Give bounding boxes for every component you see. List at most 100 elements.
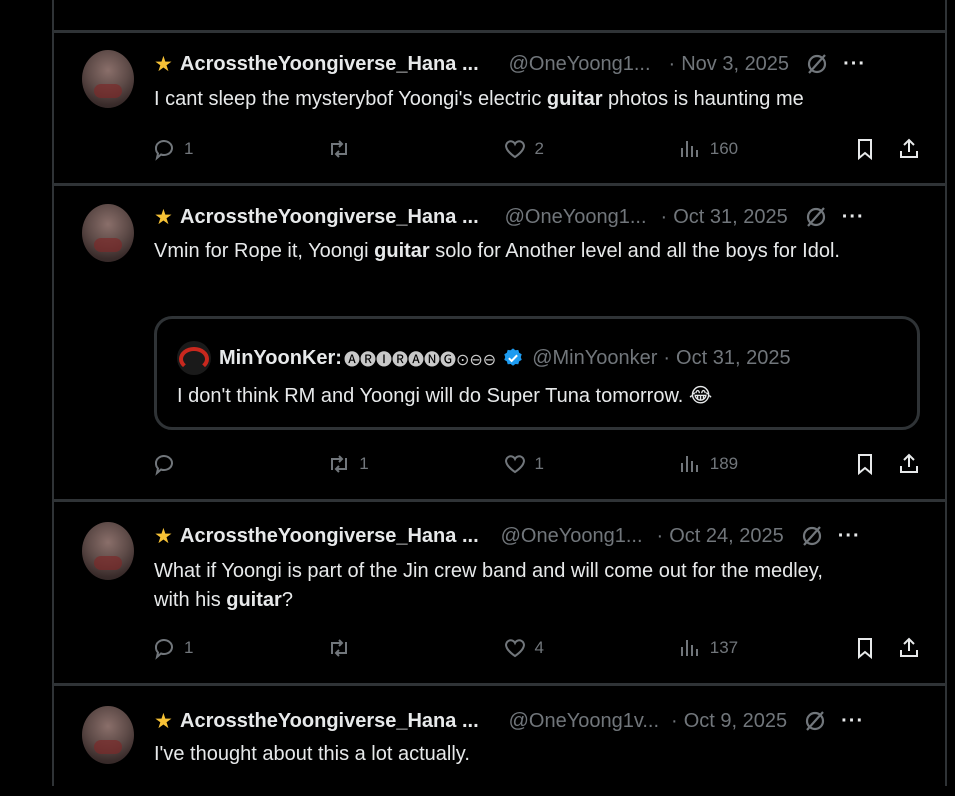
tweet-date[interactable]: Oct 31, 2025 [673, 206, 788, 229]
handle[interactable]: @OneYoong1v... [509, 710, 659, 733]
views-button[interactable]: 189 [678, 452, 853, 476]
tweet-text: I've thought about this a lot actually. [154, 740, 905, 769]
reply-icon [154, 140, 173, 161]
separator-dot: · [671, 709, 678, 732]
retweet-button[interactable]: 1 [327, 452, 502, 476]
separator-dot: · [668, 52, 676, 75]
grok-icon[interactable] [800, 524, 824, 548]
handle[interactable]: @OneYoong1... [509, 53, 651, 76]
like-count: 4 [534, 638, 544, 657]
reply-count: 1 [184, 638, 194, 657]
timeline-column: ★ AcrosstheYoongiverse_Hana ... @OneYoon… [52, 0, 947, 786]
share-button[interactable] [897, 636, 921, 660]
bookmark-icon [858, 139, 872, 161]
action-bar: 1 4 137 [152, 635, 921, 661]
display-name[interactable]: AcrosstheYoongiverse_Hana ... [180, 53, 479, 76]
quoted-date: Oct 31, 2025 [676, 346, 791, 369]
share-button[interactable] [897, 137, 921, 161]
views-icon [680, 141, 698, 157]
display-name[interactable]: AcrosstheYoongiverse_Hana ... [180, 710, 479, 733]
share-icon [900, 138, 918, 158]
handle[interactable]: @OneYoong1... [505, 206, 647, 229]
shooting-star-icon: ★ [154, 709, 173, 733]
more-icon[interactable]: ··· [838, 525, 861, 548]
quoted-text-body: I don't think RM and Yoongi will do Supe… [177, 385, 689, 407]
tweet-text-part: I've thought about this a lot actually. [154, 743, 470, 765]
view-count: 137 [709, 638, 739, 657]
quoted-tweet[interactable]: MinYoonKer: 🅐🅡🅘🅡🅐🅝🅖⊙⊖⊖ @MinYoonker · Oct… [154, 316, 920, 430]
like-count: 1 [534, 454, 544, 473]
grok-icon[interactable] [805, 52, 829, 76]
tweet[interactable]: ★ AcrosstheYoongiverse_Hana ... @OneYoon… [54, 186, 945, 502]
more-icon[interactable]: ··· [842, 206, 865, 229]
like-button[interactable]: 2 [503, 137, 678, 161]
tweet-header: ★ AcrosstheYoongiverse_Hana ... @OneYoon… [154, 522, 925, 550]
views-icon [680, 640, 698, 656]
quoted-tweet-header: MinYoonKer: 🅐🅡🅘🅡🅐🅝🅖⊙⊖⊖ @MinYoonker · Oct… [177, 341, 791, 375]
bookmark-button[interactable] [853, 452, 877, 476]
separator-dot: · [656, 524, 664, 547]
more-icon[interactable]: ··· [843, 53, 866, 76]
bookmark-icon [858, 638, 872, 660]
avatar[interactable] [82, 204, 134, 262]
like-button[interactable]: 4 [503, 636, 678, 660]
view-count: 189 [709, 454, 739, 473]
tweet-text: I cant sleep the mysterybof Yoongi's ele… [154, 85, 905, 114]
tweet[interactable]: ★ AcrosstheYoongiverse_Hana ... @OneYoon… [54, 30, 945, 186]
bookmark-icon [858, 454, 872, 476]
share-icon [900, 637, 918, 657]
view-count: 160 [709, 139, 739, 158]
tweet-text: What if Yoongi is part of the Jin crew b… [154, 557, 845, 615]
display-name[interactable]: AcrosstheYoongiverse_Hana ... [180, 525, 479, 548]
grok-icon[interactable] [804, 205, 828, 229]
tweet-date[interactable]: Nov 3, 2025 [681, 53, 789, 76]
reply-button[interactable]: 1 [152, 636, 327, 660]
avatar[interactable] [82, 522, 134, 580]
previous-tweet-tail [54, 0, 945, 33]
avatar[interactable] [82, 50, 134, 108]
like-button[interactable]: 1 [503, 452, 678, 476]
share-button[interactable] [897, 452, 921, 476]
tweet-text-part: photos is haunting me [602, 88, 804, 110]
tweet-header: ★ AcrosstheYoongiverse_Hana ... @OneYoon… [154, 203, 925, 231]
more-icon[interactable]: ··· [841, 710, 864, 733]
tweet-header: ★ AcrosstheYoongiverse_Hana ... @OneYoon… [154, 707, 925, 735]
views-button[interactable]: 160 [678, 137, 853, 161]
retweet-icon [331, 455, 348, 473]
search-highlight: guitar [546, 88, 603, 110]
retweet-icon [331, 140, 348, 158]
retweet-icon [331, 639, 348, 657]
shooting-star-icon: ★ [154, 205, 173, 229]
quoted-avatar [177, 341, 211, 375]
search-highlight: guitar [374, 240, 430, 262]
tweet-date[interactable]: Oct 9, 2025 [684, 710, 787, 733]
tweet[interactable]: ★ AcrosstheYoongiverse_Hana ... @OneYoon… [54, 502, 945, 686]
reply-icon [154, 455, 173, 476]
reply-button[interactable]: 1 [152, 137, 327, 161]
handle[interactable]: @OneYoong1... [501, 525, 643, 548]
heart-icon [504, 455, 525, 474]
display-name[interactable]: AcrosstheYoongiverse_Hana ... [180, 206, 479, 229]
reply-count: 1 [184, 139, 194, 158]
quoted-display-name: MinYoonKer: [219, 346, 342, 369]
laughing-emoji: 😂 [688, 385, 713, 407]
reply-button[interactable] [152, 452, 327, 476]
search-highlight: guitar [226, 589, 282, 611]
avatar[interactable] [82, 706, 134, 764]
grok-icon[interactable] [803, 709, 827, 733]
separator-dot: · [663, 346, 671, 369]
like-count: 2 [534, 139, 544, 158]
retweet-button[interactable] [327, 636, 502, 660]
tweet-header: ★ AcrosstheYoongiverse_Hana ... @OneYoon… [154, 50, 925, 78]
retweet-button[interactable] [327, 137, 502, 161]
retweet-count: 1 [359, 454, 369, 473]
quoted-handle: @MinYoonker [532, 346, 658, 369]
bookmark-button[interactable] [853, 636, 877, 660]
bookmark-button[interactable] [853, 137, 877, 161]
tweet-text-part: I cant sleep the mysterybof Yoongi's ele… [154, 88, 547, 110]
action-bar: 1 2 160 [152, 136, 921, 162]
tweet-date[interactable]: Oct 24, 2025 [669, 525, 784, 548]
action-bar: 1 1 189 [152, 451, 921, 477]
views-button[interactable]: 137 [678, 636, 853, 660]
tweet[interactable]: ★ AcrosstheYoongiverse_Hana ... @OneYoon… [54, 686, 945, 796]
